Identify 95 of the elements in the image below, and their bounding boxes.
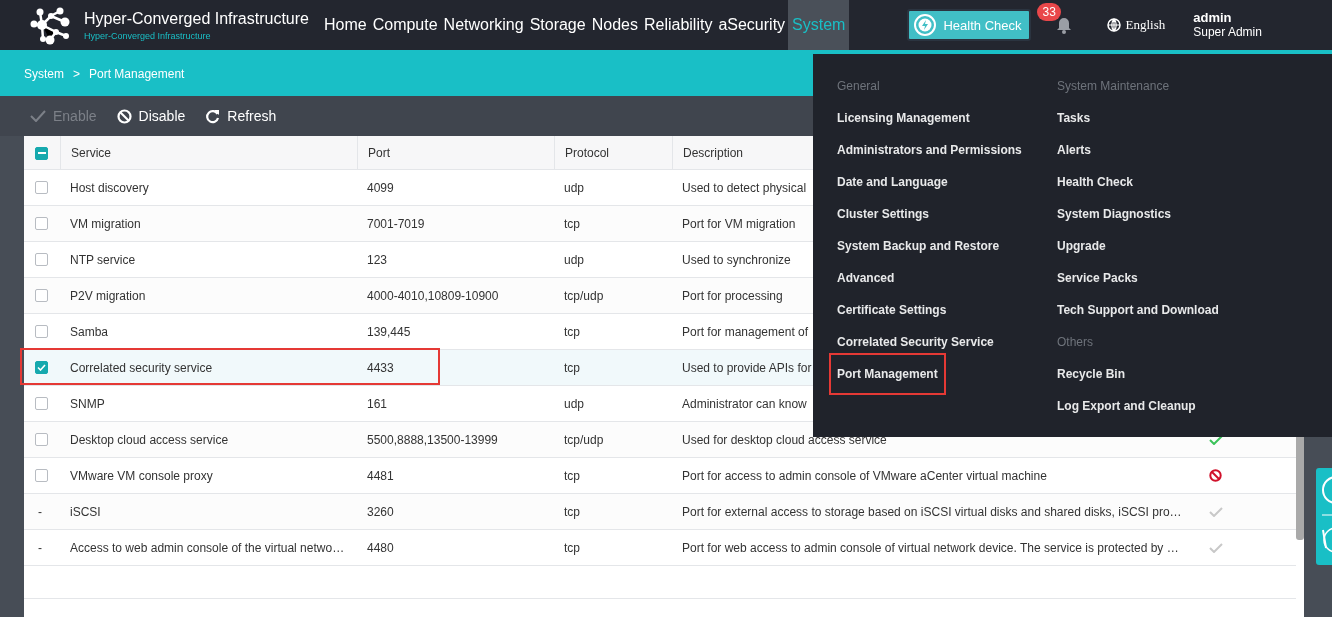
disable-button[interactable]: Disable	[116, 108, 186, 124]
dash-placeholder: -	[38, 504, 43, 519]
service-cell: Correlated security service	[70, 360, 213, 375]
dash-placeholder: -	[38, 540, 43, 555]
service-cell: VM migration	[70, 216, 141, 231]
protocol-cell: tcp	[564, 360, 580, 375]
nav-tab[interactable]: aSecurity	[715, 0, 789, 50]
select-all-checkbox[interactable]	[35, 146, 48, 160]
port-cell: 4433	[367, 360, 394, 375]
port-cell: 4099	[367, 180, 394, 195]
nav-tab[interactable]: Compute	[369, 0, 441, 50]
protocol-cell: tcp	[564, 540, 580, 555]
menu-item[interactable]: Licensing Management	[837, 102, 970, 134]
description-cell: Port for web access to admin console of virtual network device. The service is protected by …	[682, 540, 1179, 555]
row-checkbox[interactable]	[35, 469, 48, 482]
menu-heading: General	[837, 78, 881, 95]
globe-icon	[1107, 18, 1122, 32]
breadcrumb-item: Port Management	[89, 67, 185, 81]
port-cell: 123	[367, 252, 388, 267]
row-checkbox[interactable]	[35, 361, 48, 374]
service-cell: VMware VM console proxy	[70, 468, 213, 483]
nav-tab[interactable]: Home	[321, 0, 370, 50]
column-header[interactable]: Service	[60, 136, 357, 170]
refresh-icon	[205, 108, 221, 124]
menu-item[interactable]: Alerts	[1057, 134, 1091, 166]
menu-heading: System Maintenance	[1057, 78, 1171, 95]
row-checkbox[interactable]	[35, 217, 48, 230]
menu-heading: Others	[1057, 334, 1094, 351]
protocol-cell: udp	[564, 180, 585, 195]
menu-item[interactable]: Log Export and Cleanup	[1057, 390, 1196, 422]
service-cell: SNMP	[70, 396, 105, 411]
notification-badge: 33	[1037, 3, 1061, 21]
row-checkbox[interactable]	[35, 181, 48, 194]
description-cell: Used to detect physical	[682, 180, 807, 195]
row-checkbox[interactable]	[35, 253, 48, 266]
port-cell: 161	[367, 396, 388, 411]
prohibited-icon	[116, 108, 132, 124]
side-widget[interactable]	[1316, 468, 1332, 565]
service-cell: NTP service	[70, 252, 136, 267]
service-cell: Host discovery	[70, 180, 149, 195]
description-cell: Port for processing	[682, 288, 783, 303]
protocol-cell: tcp/udp	[564, 288, 604, 303]
port-cell: 139,445	[367, 324, 411, 339]
protocol-cell: tcp	[564, 468, 580, 483]
table-row[interactable]: - Access to web admin console of the virtual netwo… 4480 tcp Port for web access to admin console of virtual network device. The service is protected by …	[24, 530, 1296, 566]
description-cell: Port for VM migration	[682, 216, 796, 231]
protocol-cell: tcp	[564, 504, 580, 519]
description-cell: Administrator can know	[682, 396, 807, 411]
description-cell: Used to synchronize	[682, 252, 791, 267]
user-role: Super Admin	[1193, 25, 1262, 39]
app-title: Hyper-Converged Infrastructure	[84, 9, 309, 28]
nav-tab[interactable]: System	[788, 0, 850, 50]
row-checkbox[interactable]	[35, 433, 48, 446]
menu-item[interactable]: Tasks	[1057, 102, 1091, 134]
bell-icon[interactable]	[1056, 16, 1073, 34]
protocol-cell: tcp	[564, 324, 580, 339]
check-icon	[37, 364, 46, 371]
column-header[interactable]: Protocol	[554, 136, 672, 170]
language-selector[interactable]: English	[1101, 16, 1172, 34]
row-checkbox[interactable]	[35, 397, 48, 410]
nav-tab[interactable]: Reliability	[640, 0, 716, 50]
description-cell: Used to provide APIs for	[682, 360, 812, 375]
minus-icon	[37, 152, 46, 154]
protocol-cell: udp	[564, 252, 585, 267]
column-header[interactable]: Port	[357, 136, 554, 170]
row-checkbox[interactable]	[35, 289, 48, 302]
protocol-cell: udp	[564, 396, 585, 411]
port-cell: 5500,8888,13500-13999	[367, 432, 498, 447]
menu-item[interactable]: Administrators and Permissions	[837, 134, 1022, 166]
port-cell: 4481	[367, 468, 394, 483]
nav-tab[interactable]: Storage	[526, 0, 589, 50]
port-cell: 4000-4010,10809-10900	[367, 288, 499, 303]
service-cell: Access to web admin console of the virtual netwo…	[70, 540, 345, 555]
nav-tab[interactable]: Nodes	[588, 0, 641, 50]
protocol-cell: tcp/udp	[564, 432, 604, 447]
app-subtitle: Hyper-Converged Infrastructure	[84, 31, 212, 41]
protocol-cell: tcp	[564, 216, 580, 231]
nav-tab[interactable]: Networking	[440, 0, 527, 50]
port-cell: 7001-7019	[367, 216, 425, 231]
user-name[interactable]: admin	[1193, 11, 1262, 25]
port-cell: 3260	[367, 504, 394, 519]
service-cell: P2V migration	[70, 288, 146, 303]
service-cell: Desktop cloud access service	[70, 432, 229, 447]
service-cell: iSCSI	[70, 504, 101, 519]
check-icon	[30, 110, 46, 122]
description-cell: Port for access to admin console of VMware aCenter virtual machine	[682, 468, 1047, 483]
row-checkbox[interactable]	[35, 325, 48, 338]
description-cell: Used for desktop cloud access service	[682, 432, 887, 447]
description-cell: Port for external access to storage based on iSCSI virtual disks and shared disks, iSCSI pro…	[682, 504, 1182, 519]
service-cell: Samba	[70, 324, 109, 339]
breadcrumb-separator: >	[73, 67, 81, 81]
description-cell: Port for management of	[682, 324, 809, 339]
lightning-icon	[913, 13, 938, 37]
port-cell: 4480	[367, 540, 394, 555]
refresh-button[interactable]: Refresh	[205, 108, 277, 124]
